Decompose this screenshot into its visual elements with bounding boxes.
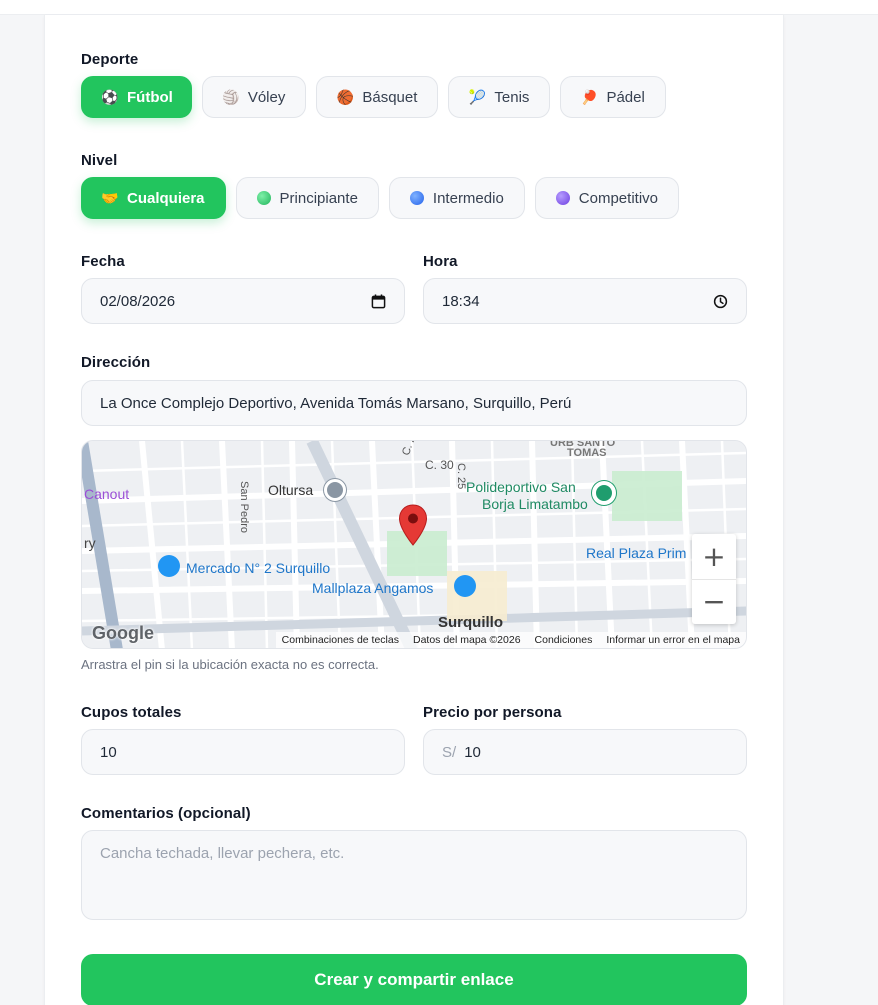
map-label-san-pedro: San Pedro [238,481,250,533]
currency-prefix: S/ [442,743,457,761]
level-label: Nivel [81,152,118,169]
map-label-mallplaza: Mallplaza Angamos [312,580,434,596]
map-hint: Arrastra el pin si la ubicación exacta n… [81,657,379,672]
zoom-out-button[interactable]: − [692,580,736,625]
chip-label: Principiante [279,189,358,207]
map-footer: Combinaciones de teclas Datos del mapa ©… [275,632,746,648]
top-bar [0,0,878,15]
paddle-icon: 🏓 [580,88,599,105]
map-label-tomas: TOMAS [567,447,607,459]
sport-label: Deporte [81,51,139,68]
date-label: Fecha [81,253,125,270]
handshake-icon: 🤝 [101,189,119,206]
map-label-realplaza: Real Plaza Prim [586,545,687,561]
map-label-canout: Canout [84,486,130,502]
chip-label: Competitivo [578,189,658,207]
level-chip-competitivo[interactable]: Competitivo [534,177,679,219]
map-zoom-controls: + − [692,534,736,624]
price-value: 10 [464,743,481,761]
capacity-value: 10 [100,743,117,761]
map-label-oltursa: Oltursa [268,482,314,498]
time-value: 18:34 [442,292,480,310]
chip-label: Cualquiera [127,189,205,207]
price-label: Precio por persona [423,704,562,721]
map-label-polideportivo-2: Borja Limatambo [482,496,588,512]
capacity-label: Cupos totales [81,704,182,721]
sport-chip-futbol[interactable]: ⚽ Fútbol [81,76,192,118]
address-value: La Once Complejo Deportivo, Avenida Tomá… [100,394,572,412]
chip-label: Vóley [247,88,286,106]
create-share-button[interactable]: Crear y compartir enlace [81,954,747,1005]
time-label: Hora [423,253,458,270]
map-footer-shortcuts[interactable]: Combinaciones de teclas [282,634,399,646]
date-input[interactable]: 02/08/2026 [81,278,405,324]
location-map[interactable]: Canout ry Oltursa San Pedro C. 30 C. 25 … [81,440,747,649]
price-input[interactable]: S/ 10 [423,729,747,775]
green-dot-icon [256,191,271,205]
comments-label: Comentarios (opcional) [81,805,251,822]
address-label: Dirección [81,354,151,371]
google-logo: Google [92,623,154,643]
chip-label: Tenis [494,88,530,106]
level-chip-cualquiera[interactable]: 🤝 Cualquiera [81,177,226,219]
map-footer-report[interactable]: Informar un error en el mapa [606,634,740,646]
sport-chip-padel[interactable]: 🏓 Pádel [560,76,666,118]
create-match-form: Deporte ⚽ Fútbol 🏐 Vóley 🏀 Básquet 🎾 Ten… [44,15,784,1005]
capacity-input[interactable]: 10 [81,729,405,775]
tennis-icon: 🎾 [468,88,487,105]
time-input[interactable]: 18:34 [423,278,747,324]
chip-label: Básquet [362,88,418,106]
sport-options: ⚽ Fútbol 🏐 Vóley 🏀 Básquet 🎾 Tenis 🏓 Pád… [81,76,666,118]
map-pin-oltursa-icon [324,479,346,501]
chip-label: Pádel [606,88,645,106]
map-label-polideportivo-1: Polideportivo San [466,479,576,495]
purple-dot-icon [555,191,570,205]
level-chip-intermedio[interactable]: Intermedio [388,177,525,219]
level-options: 🤝 Cualquiera Principiante Intermedio Com… [81,177,679,219]
map-label-surquillo: Surquillo [438,614,503,631]
calendar-icon[interactable] [371,293,386,309]
zoom-in-button[interactable]: + [692,534,736,580]
map-label-c30: C. 30 [425,458,454,472]
soccer-ball-icon: ⚽ [101,88,119,105]
map-pin-mall-icon [454,575,476,597]
map-footer-data: Datos del mapa ©2026 [412,634,521,646]
map-label-mercado: Mercado N° 2 Surquillo [186,560,331,576]
map-footer-terms[interactable]: Condiciones [535,634,593,646]
comments-placeholder: Cancha techada, llevar pechera, etc. [100,845,345,862]
map-pin-park-icon [592,481,616,505]
sport-chip-basquet[interactable]: 🏀 Básquet [316,76,439,118]
map-pin-market-icon [158,555,180,577]
chip-label: Intermedio [432,189,504,207]
clock-icon[interactable] [713,294,728,309]
address-input[interactable]: La Once Complejo Deportivo, Avenida Tomá… [81,380,747,426]
date-value: 02/08/2026 [100,292,176,310]
volleyball-icon: 🏐 [222,88,240,105]
chip-label: Fútbol [127,88,173,106]
map-label-ry: ry [84,535,96,551]
blue-dot-icon [409,191,424,205]
sport-chip-voley[interactable]: 🏐 Vóley [201,76,307,118]
basketball-icon: 🏀 [336,88,355,105]
location-pin-icon[interactable] [398,504,428,546]
level-chip-principiante[interactable]: Principiante [235,177,379,219]
comments-textarea[interactable]: Cancha techada, llevar pechera, etc. [81,830,747,920]
sport-chip-tenis[interactable]: 🎾 Tenis [448,76,551,118]
